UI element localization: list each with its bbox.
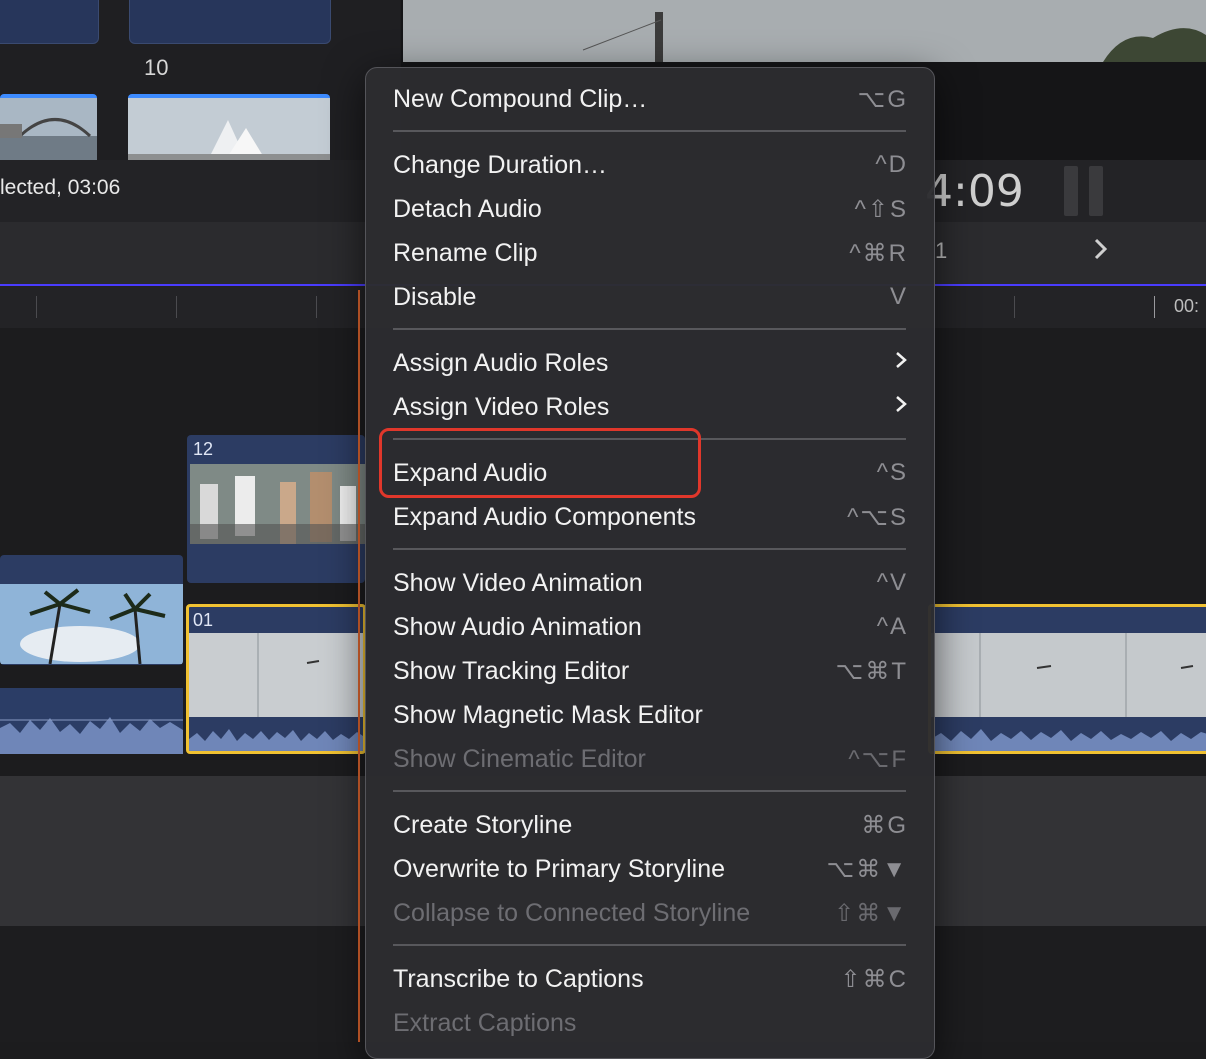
menu-item-label: Show Cinematic Editor [393,745,646,773]
menu-separator [393,790,906,792]
menu-item-shortcut: ⌥G [857,86,908,113]
ruler-tick [36,296,37,318]
ruler-timecode: 00: [1174,296,1200,316]
ruler-tick [176,296,177,318]
selected-clip-01[interactable]: 01 [186,604,366,754]
timecode-display: 4:09 [925,166,1024,217]
opera-house-thumbnail[interactable] [128,94,330,164]
menu-item-detach-audio[interactable]: Detach Audio ^⇧S [393,189,908,229]
palm-trees-clip[interactable] [0,555,183,665]
menu-item-change-duration[interactable]: Change Duration… ^D [393,145,908,185]
expand-audio-highlight [379,428,701,498]
menu-item-label: Assign Audio Roles [393,349,609,377]
menu-item-label: Transcribe to Captions [393,965,644,993]
menu-item-label: Collapse to Connected Storyline [393,899,751,927]
audio-waveform[interactable] [0,688,183,754]
connected-clip-12[interactable]: 12 [187,435,365,583]
clip-number-label: 10 [144,55,169,80]
menu-item-label: Assign Video Roles [393,393,610,421]
menu-separator [393,130,906,132]
audio-meter-left [1064,166,1078,216]
menu-item-label: Change Duration… [393,151,608,179]
menu-separator [393,944,906,946]
menu-item-shortcut: ⌘G [861,812,908,839]
menu-item-label: Show Audio Animation [393,613,642,641]
menu-item-shortcut: ^⌥S [847,504,908,531]
menu-item-label: Rename Clip [393,239,538,267]
menu-item-expand-audio-components[interactable]: Expand Audio Components ^⌥S [393,497,908,537]
menu-item-show-tracking-editor[interactable]: Show Tracking Editor ⌥⌘T [393,651,908,691]
menu-item-shortcut: ^D [875,151,908,178]
menu-item-overwrite-to-primary-storyline[interactable]: Overwrite to Primary Storyline ⌥⌘▼ [393,849,908,889]
toolbar-text: 1 [935,238,948,263]
menu-item-label: Show Video Animation [393,569,643,597]
browser-clip-thumbnail[interactable] [129,0,331,44]
clip-label: 12 [193,439,214,459]
menu-item-label: Detach Audio [393,195,542,223]
menu-item-collapse-to-connected-storyline: Collapse to Connected Storyline ⇧⌘▼ [393,893,908,933]
menu-item-label: New Compound Clip… [393,85,648,113]
ruler-tick [316,296,317,318]
ruler-tick [1154,296,1155,318]
audio-meter-right [1089,166,1103,216]
menu-item-shortcut: ^S [876,459,908,486]
ruler-tick [1014,296,1015,318]
menu-item-shortcut: ^⇧S [854,196,908,223]
browser-clip-thumbnail[interactable] [0,0,99,44]
menu-item-shortcut: ⌥⌘T [835,658,908,685]
menu-item-transcribe-to-captions[interactable]: Transcribe to Captions ⇧⌘C [393,959,908,999]
menu-item-shortcut: V [889,283,908,310]
menu-item-show-magnetic-mask-editor[interactable]: Show Magnetic Mask Editor [393,695,908,735]
playhead[interactable] [358,290,360,1042]
menu-item-label: Extract Captions [393,1009,577,1037]
harbour-bridge-thumbnail[interactable] [0,94,97,164]
menu-item-label: Overwrite to Primary Storyline [393,855,726,883]
submenu-chevron-icon [894,389,908,424]
menu-item-assign-video-roles[interactable]: Assign Video Roles [393,387,908,427]
menu-item-shortcut: ^V [876,569,908,596]
menu-separator [393,548,906,550]
menu-item-label: Create Storyline [393,811,573,839]
menu-item-shortcut: ⌥⌘▼ [826,856,908,883]
menu-item-show-audio-animation[interactable]: Show Audio Animation ^A [393,607,908,647]
menu-separator [393,328,906,330]
menu-item-assign-audio-roles[interactable]: Assign Audio Roles [393,343,908,383]
menu-item-shortcut: ^⌘R [849,240,908,267]
submenu-chevron-icon [894,345,908,380]
clip-label: 01 [193,610,214,630]
menu-item-extract-captions: Extract Captions [393,1003,908,1043]
menu-item-rename-clip[interactable]: Rename Clip ^⌘R [393,233,908,273]
selected-clip-continuation[interactable] [928,604,1206,754]
menu-item-show-video-animation[interactable]: Show Video Animation ^V [393,563,908,603]
menu-item-shortcut: ^A [876,613,908,640]
menu-item-shortcut: ^⌥F [848,746,908,773]
menu-item-label: Show Magnetic Mask Editor [393,701,703,729]
menu-item-disable[interactable]: Disable V [393,277,908,317]
selection-info: lected, 03:06 [0,176,121,199]
menu-item-show-cinematic-editor: Show Cinematic Editor ^⌥F [393,739,908,779]
chevron-right-icon[interactable] [1093,236,1109,269]
menu-item-new-compound-clip[interactable]: New Compound Clip… ⌥G [393,79,908,119]
menu-item-create-storyline[interactable]: Create Storyline ⌘G [393,805,908,845]
menu-item-shortcut: ⇧⌘▼ [834,900,908,927]
viewer-image [403,0,1206,63]
menu-item-label: Expand Audio Components [393,503,696,531]
menu-item-label: Show Tracking Editor [393,657,630,685]
menu-item-shortcut: ⇧⌘C [840,966,908,993]
menu-item-label: Disable [393,283,477,311]
